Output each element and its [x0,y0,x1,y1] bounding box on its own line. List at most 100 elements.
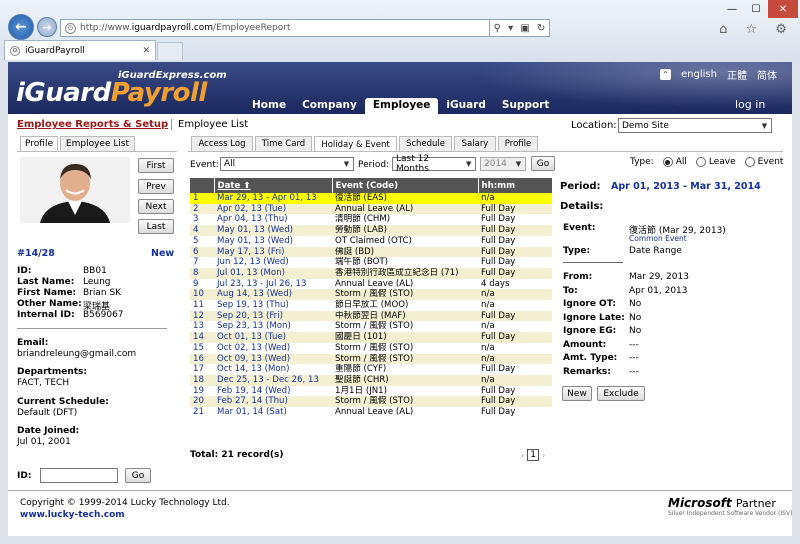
table-row[interactable]: 9 Jul 23, 13 - Jul 26, 13 Annual Leave (AL… [190,278,552,290]
tab-access-log[interactable]: Access Log [191,136,253,151]
event-select[interactable]: All ▼ [220,157,354,171]
next-button[interactable]: Next [138,199,174,214]
close-window-button[interactable]: ✕ [768,0,798,18]
row-date[interactable]: Sep 20, 13 (Fri) [214,310,332,322]
tab-profile[interactable]: Profile [20,136,58,151]
row-date[interactable]: May 01, 13 (Wed) [214,235,332,247]
breadcrumb-reports[interactable]: Employee Reports & Setup [17,119,168,130]
minimize-button[interactable]: — [720,0,744,18]
nav-employee[interactable]: Employee [364,98,439,114]
nav-home[interactable]: Home [244,98,294,114]
gear-icon[interactable]: ⚙ [775,22,787,37]
dropdown-icon[interactable]: ▾ [508,23,513,34]
back-button[interactable]: ← [8,14,34,40]
new-employee-link[interactable]: New [151,248,174,259]
type-leave-radio[interactable] [695,157,706,167]
row-date[interactable]: Sep 23, 13 (Mon) [214,321,332,333]
table-row[interactable]: 12 Sep 20, 13 (Fri) 中秋節翌日 (MAF) Full Day [190,310,552,322]
row-date[interactable]: Feb 19, 14 (Wed) [214,385,332,397]
footer-site-link[interactable]: www.lucky-tech.com [20,510,125,520]
row-date[interactable]: Aug 14, 13 (Wed) [214,289,332,301]
table-row[interactable]: 2 Apr 02, 13 (Tue) Annual Leave (AL) Full D… [190,203,552,215]
tab-profile-right[interactable]: Profile [498,136,538,151]
table-row[interactable]: 6 May 17, 13 (Fri) 佛誕 (BD) Full Day [190,246,552,258]
table-row[interactable]: 10 Aug 14, 13 (Wed) Storm / 風假 (STO) n/a [190,289,552,301]
tab-employee-list[interactable]: Employee List [60,136,135,151]
table-row[interactable]: 18 Dec 25, 13 - Dec 26, 13 聖誕節 (CHR) n/a [190,374,552,386]
row-date[interactable]: Oct 14, 13 (Mon) [214,364,332,375]
row-date[interactable]: Apr 04, 13 (Thu) [214,214,332,226]
id-go-button[interactable]: Go [125,468,151,483]
location-select[interactable]: Demo Site ▼ [618,118,772,133]
table-row[interactable]: 14 Oct 01, 13 (Tue) 國慶日 (101) Full Day [190,332,552,343]
nav-support[interactable]: Support [494,98,557,114]
tab-schedule[interactable]: Schedule [399,136,452,151]
table-row[interactable]: 17 Oct 14, 13 (Mon) 重陽節 (CYF) Full Day [190,364,552,375]
row-date[interactable]: Jul 23, 13 - Jul 26, 13 [214,278,332,290]
row-date[interactable]: Sep 19, 13 (Thu) [214,300,332,311]
maximize-button[interactable]: ☐ [744,0,768,18]
row-date[interactable]: Oct 09, 13 (Wed) [214,353,332,365]
table-row[interactable]: 4 May 01, 13 (Wed) 勞動節 (LAB) Full Day [190,225,552,236]
row-date[interactable]: Mar 29, 13 - Apr 01, 13 [214,193,332,204]
browser-tab[interactable]: ⊙ iGuardPayroll ✕ [4,40,156,60]
type-all-radio[interactable] [662,157,673,167]
exclude-button[interactable]: Exclude [597,386,645,401]
table-row[interactable]: 5 May 01, 13 (Wed) OT Claimed (OTC) Full Da… [190,235,552,247]
type-event-radio[interactable] [744,157,755,167]
login-link[interactable]: log in [735,98,765,111]
period-select[interactable]: Last 12 Months ▼ [392,154,476,174]
close-tab-icon[interactable]: ✕ [142,46,150,56]
favorites-star-icon[interactable]: ☆ [745,22,757,37]
table-row[interactable]: 3 Apr 04, 13 (Thu) 清明節 (CHM) Full Day [190,214,552,226]
row-date[interactable]: Mar 01, 14 (Sat) [214,407,332,418]
last-button[interactable]: Last [138,219,174,234]
row-date[interactable]: May 17, 13 (Fri) [214,246,332,258]
home-icon[interactable]: ⌂ [719,22,727,37]
filter-go-button[interactable]: Go [531,156,555,171]
tab-time-card[interactable]: Time Card [255,136,312,151]
table-row[interactable]: 1 Mar 29, 13 - Apr 01, 13 復活節 (EAS) n/a [190,193,552,204]
col-date-header[interactable]: Date ⬆ [214,178,333,193]
common-event-link[interactable]: Common Event [629,234,687,243]
tab-holiday-event[interactable]: Holiday & Event [314,136,397,152]
row-date[interactable]: May 01, 13 (Wed) [214,225,332,236]
nav-iguard[interactable]: iGuard [438,98,493,114]
row-date[interactable]: Oct 01, 13 (Tue) [214,332,332,343]
table-row[interactable]: 16 Oct 09, 13 (Wed) Storm / 風假 (STO) n/a [190,353,552,365]
table-row[interactable]: 11 Sep 19, 13 (Thu) 節日早放工 (MOO) n/a [190,300,552,311]
nav-company[interactable]: Company [294,98,365,114]
address-bar[interactable]: ⊙ http://www. iguardpayroll.com/EmployeeR… [60,19,490,37]
year-select[interactable]: 2014 ▼ [480,157,526,171]
table-row[interactable]: 7 Jun 12, 13 (Wed) 端午節 (BOT) Full Day [190,257,552,268]
table-row[interactable]: 8 Jul 01, 13 (Mon) 香港特別行政區成立紀念日 (71) Full D… [190,267,552,279]
brand-logo[interactable]: iGuardPayroll [16,78,207,108]
next-page-icon[interactable]: › [542,451,545,460]
row-date[interactable]: Jul 01, 13 (Mon) [214,267,332,279]
first-button[interactable]: First [138,158,174,173]
prev-page-icon[interactable]: ‹ [521,451,524,460]
table-row[interactable]: 21 Mar 01, 14 (Sat) Annual Leave (AL) Full … [190,407,552,418]
row-date[interactable]: Dec 25, 13 - Dec 26, 13 [214,374,332,386]
search-icon[interactable]: ⚲ [494,23,501,34]
page-number[interactable]: 1 [527,449,539,461]
lang-simplified[interactable]: 简体 [757,67,777,82]
row-date[interactable]: Feb 27, 14 (Thu) [214,396,332,408]
table-row[interactable]: 15 Oct 02, 13 (Wed) Storm / 風假 (STO) n/a [190,342,552,354]
forward-button[interactable]: → [37,17,57,37]
breadcrumb-employee-list[interactable]: Employee List [171,119,248,130]
new-button[interactable]: New [562,386,592,401]
table-row[interactable]: 20 Feb 27, 14 (Thu) Storm / 風假 (STO) Full D… [190,396,552,408]
refresh-icon[interactable]: ↻ [537,23,545,34]
lang-english[interactable]: english [681,69,717,80]
row-date[interactable]: Oct 02, 13 (Wed) [214,342,332,354]
id-search-input[interactable] [40,468,118,483]
row-date[interactable]: Apr 02, 13 (Tue) [214,203,332,215]
table-row[interactable]: 19 Feb 19, 14 (Wed) 1月1日 (JN1) Full Day [190,385,552,397]
row-date[interactable]: Jun 12, 13 (Wed) [214,257,332,268]
new-tab-button[interactable] [157,42,183,60]
table-row[interactable]: 13 Sep 23, 13 (Mon) Storm / 風假 (STO) n/a [190,321,552,333]
lock-icon[interactable]: ▣ [520,23,529,34]
lang-traditional[interactable]: 正體 [727,67,747,82]
prev-button[interactable]: Prev [138,179,174,194]
